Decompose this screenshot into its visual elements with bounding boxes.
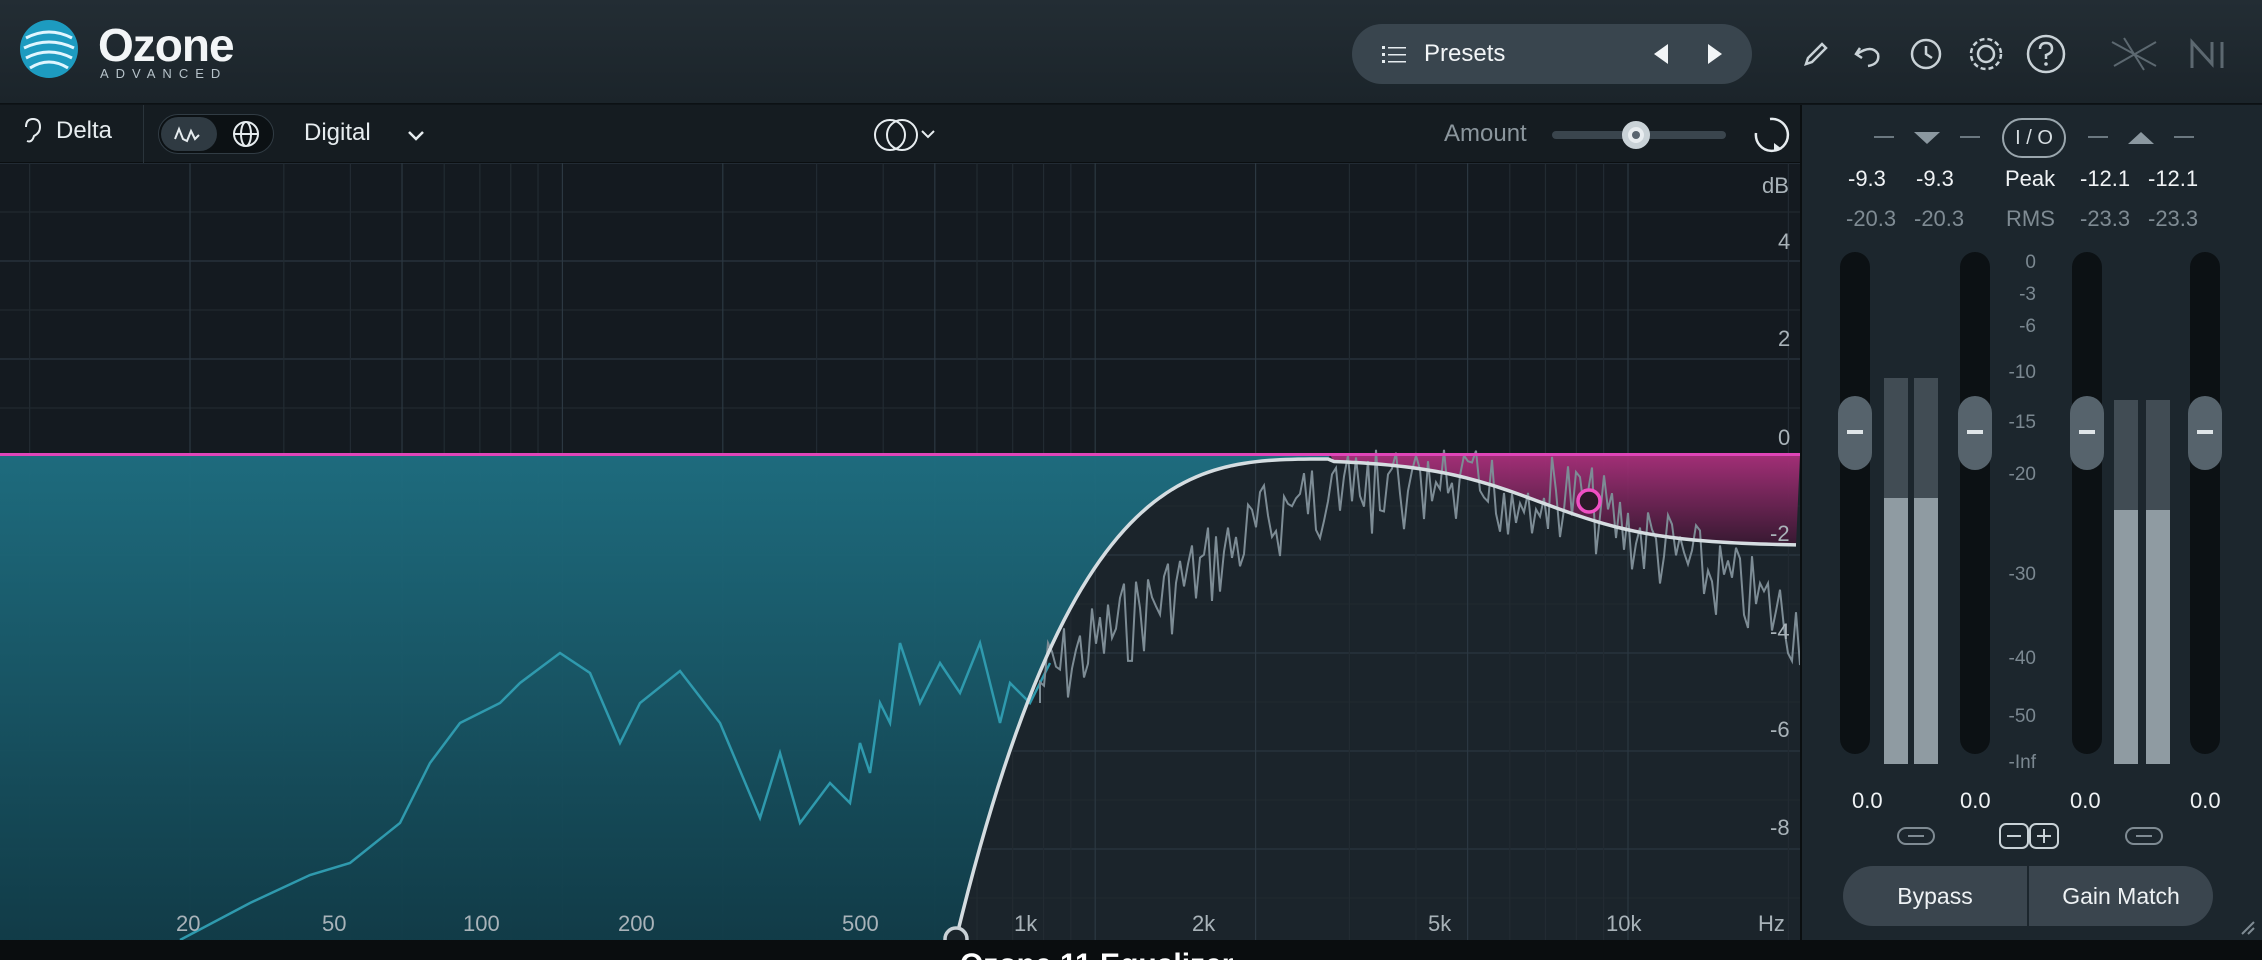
amount-label: Amount <box>1444 120 1527 147</box>
io-link-button[interactable]: I / O <box>2002 118 2066 158</box>
globe-icon <box>233 121 259 147</box>
amount-slider-handle[interactable] <box>1622 121 1650 149</box>
stereo-mode-icon[interactable] <box>870 115 940 155</box>
globe-mode-button[interactable] <box>219 117 273 151</box>
input-rms-left: -20.3 <box>1846 206 1897 231</box>
meter-scale-tick: -15 <box>2008 412 2036 433</box>
pencil-icon[interactable] <box>1794 32 1838 76</box>
low-cut-node[interactable] <box>943 926 969 940</box>
hz-unit-label: Hz <box>1758 911 1785 936</box>
curve-mode-button[interactable] <box>161 117 217 151</box>
izotope-icon <box>2111 37 2157 71</box>
meter-scale-tick: -3 <box>2019 284 2036 305</box>
input-meter-left <box>1884 498 1908 764</box>
app-edition: ADVANCED <box>100 66 228 81</box>
footer-title: Ozone 11 Equalizer <box>960 948 1233 960</box>
input-link-icon[interactable] <box>1896 824 1936 848</box>
delta-button[interactable]: Delta <box>22 117 112 145</box>
input-rms-right: -20.3 <box>1914 206 1965 231</box>
meter-scale-tick: -20 <box>2008 464 2036 485</box>
input-peak-right: -9.3 <box>1916 166 1954 191</box>
output-rms-right: -23.3 <box>2148 206 2199 231</box>
hz-tick: 1k <box>1014 911 1038 936</box>
undo-icon[interactable] <box>1846 32 1890 76</box>
delta-label: Delta <box>56 117 113 144</box>
view-mode-toggle[interactable] <box>158 114 274 154</box>
db-tick: -2 <box>1770 521 1790 546</box>
hz-tick: 10k <box>1606 911 1642 936</box>
ear-icon <box>25 117 42 143</box>
bypass-button[interactable]: Bypass <box>1843 866 2027 926</box>
output-peak-right: -12.1 <box>2148 166 2199 191</box>
peak-label: Peak <box>2005 166 2056 191</box>
hz-tick: 500 <box>842 911 879 936</box>
next-preset-icon[interactable] <box>1700 40 1728 68</box>
input-peak-left: -9.3 <box>1848 166 1886 191</box>
output-gain-left-track[interactable] <box>2072 252 2102 754</box>
output-meter-left <box>2114 510 2138 764</box>
output-indicator-icon <box>2088 132 2194 144</box>
list-icon <box>1382 46 1406 63</box>
output-rms-left: -23.3 <box>2080 206 2131 231</box>
input-meter-right <box>1914 498 1938 764</box>
meter-scale-tick: -6 <box>2019 316 2036 337</box>
high-shelf-node[interactable] <box>1576 488 1602 514</box>
output-gain-right-fader[interactable] <box>2188 396 2222 470</box>
meter-scale-tick: -50 <box>2008 706 2036 727</box>
hz-tick: 200 <box>618 911 655 936</box>
history-icon[interactable] <box>1902 32 1946 76</box>
output-gain-right-track[interactable] <box>2190 252 2220 754</box>
curve-mode-icon <box>174 126 200 143</box>
db-tick: -6 <box>1770 717 1790 742</box>
meter-scale-tick: 0 <box>2025 252 2036 273</box>
output-gain-left-fader[interactable] <box>2070 396 2104 470</box>
presets-label[interactable]: Presets <box>1424 40 1505 68</box>
output-peak-left: -12.1 <box>2080 166 2131 191</box>
gain-trim-icon[interactable] <box>1998 822 2062 850</box>
hz-tick: 5k <box>1428 911 1452 936</box>
ni-icon <box>2190 38 2224 68</box>
output-link-icon[interactable] <box>2124 824 2164 848</box>
learn-icon[interactable] <box>1748 113 1792 157</box>
app-name: Ozone <box>98 19 235 71</box>
meter-scale-tick: -30 <box>2008 564 2036 585</box>
input-gain-right-value[interactable]: 0.0 <box>1960 788 1991 814</box>
input-indicator-icon <box>1874 132 1980 144</box>
hz-tick: 2k <box>1192 911 1216 936</box>
db-tick: 0 <box>1778 425 1791 450</box>
output-gain-right-value[interactable]: 0.0 <box>2190 788 2221 814</box>
presets-bar[interactable]: Presets <box>1352 24 1752 84</box>
processing-mode-select[interactable]: Digital <box>304 119 371 147</box>
output-meter-right <box>2146 510 2170 764</box>
output-gain-left-value[interactable]: 0.0 <box>2070 788 2101 814</box>
previous-preset-icon[interactable] <box>1648 40 1676 68</box>
hz-tick: 100 <box>463 911 500 936</box>
db-tick: 2 <box>1778 326 1791 351</box>
input-gain-left-track[interactable] <box>1840 252 1870 754</box>
input-gain-left-fader[interactable] <box>1838 396 1872 470</box>
meter-scale-tick: -40 <box>2008 648 2036 669</box>
input-gain-left-value[interactable]: 0.0 <box>1852 788 1883 814</box>
bypass-gainmatch-group: Bypass Gain Match <box>1843 866 2213 926</box>
db-tick: 4 <box>1778 229 1791 254</box>
hz-tick: 50 <box>322 911 347 936</box>
rms-label: RMS <box>2006 206 2055 231</box>
meter-scale-tick: -10 <box>2008 362 2036 383</box>
eq-toolbar: Delta Digital Amount <box>0 105 1800 163</box>
gain-match-button[interactable]: Gain Match <box>2029 866 2213 926</box>
db-tick: -4 <box>1770 619 1790 644</box>
header-bar: Ozone ADVANCED Presets <box>0 0 2262 104</box>
ozone-logo <box>20 20 78 78</box>
settings-icon[interactable] <box>1964 32 2008 76</box>
db-unit-label: dB <box>1762 173 1789 198</box>
eq-graph[interactable] <box>0 163 1800 940</box>
eq-display[interactable]: dB 4 2 0 -2 -4 -6 -8 20 50 100 200 500 1… <box>0 163 1800 940</box>
chevron-down-icon[interactable] <box>404 123 428 147</box>
meter-scale-tick: -Inf <box>2008 752 2036 773</box>
db-tick: -8 <box>1770 815 1790 840</box>
help-icon[interactable] <box>2024 32 2068 76</box>
hz-tick: 20 <box>176 911 201 936</box>
resize-handle-icon[interactable] <box>2236 916 2256 936</box>
toolbar-divider <box>143 105 144 163</box>
